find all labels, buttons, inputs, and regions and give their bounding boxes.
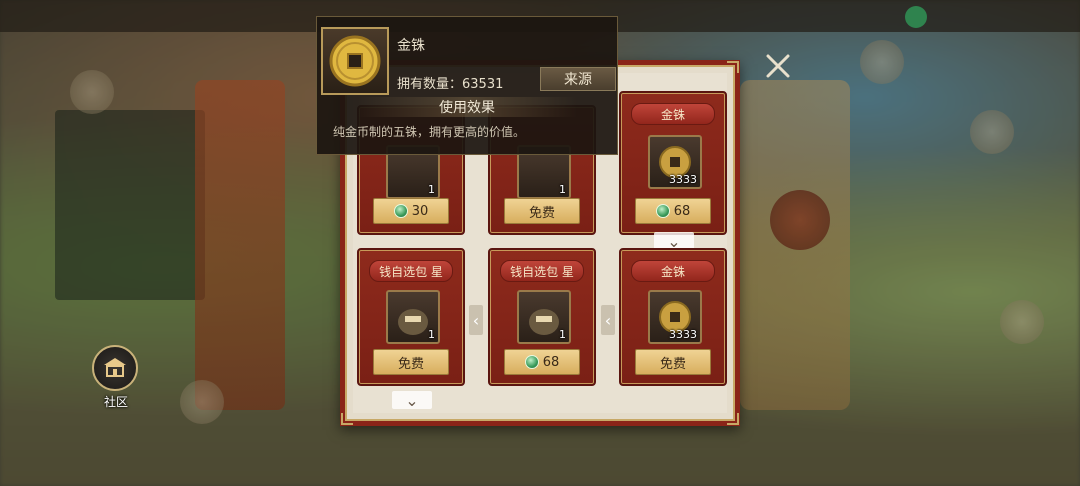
shop-card[interactable]: 钱自选包 星 1 68 — [488, 248, 596, 386]
buy-button[interactable]: 30 — [373, 198, 449, 224]
community-icon — [92, 345, 138, 391]
close-icon — [766, 54, 790, 78]
gold-coin-icon: 3333 — [648, 135, 702, 189]
buy-button[interactable]: 68 — [635, 198, 711, 224]
price-label: 免费 — [659, 356, 686, 372]
panel-corner-ornament — [341, 413, 353, 425]
gold-coin-icon — [321, 27, 389, 95]
shop-card[interactable]: 金铢 3333 68 — [619, 91, 727, 235]
price-label: 30 — [411, 203, 429, 219]
item-tooltip: 金铢 拥有数量：63531 来源 使用效果 纯金币制的五铢，拥有更高的价值。 — [316, 16, 618, 155]
owned-label: 拥有数量： — [397, 77, 463, 92]
panel-corner-ornament — [727, 413, 739, 425]
money-bag-icon: 1 — [386, 290, 440, 344]
buy-button[interactable]: 68 — [504, 349, 580, 375]
source-button[interactable]: 来源 — [540, 67, 616, 91]
scroll-down-arrow[interactable]: ⌄ — [392, 391, 432, 410]
owned-count: 拥有数量：63531 — [397, 73, 503, 92]
shop-card[interactable]: 金铢 3333 免费 — [619, 248, 727, 386]
owned-value: 63531 — [462, 77, 504, 92]
gem-icon — [655, 204, 670, 218]
buy-button[interactable]: 免费 — [504, 198, 580, 224]
gold-coin-icon: 3333 — [648, 290, 702, 344]
buy-button[interactable]: 免费 — [373, 349, 449, 375]
item-name: 金铢 — [397, 38, 425, 54]
panel-corner-ornament — [727, 61, 739, 73]
item-quantity: 1 — [428, 328, 435, 341]
item-name-ribbon: 钱自选包 星 — [500, 260, 584, 282]
close-button[interactable] — [762, 50, 794, 82]
community-button[interactable]: 社区 — [92, 345, 140, 409]
price-label: 68 — [542, 354, 560, 370]
item-name-ribbon: 金铢 — [631, 260, 715, 282]
scroll-left-arrow[interactable]: ‹ — [601, 305, 615, 335]
price-label: 免费 — [528, 205, 555, 221]
item-quantity: 1 — [428, 183, 435, 196]
buy-button[interactable]: 免费 — [635, 349, 711, 375]
gem-icon — [393, 204, 408, 218]
price-label: 68 — [673, 203, 691, 219]
item-name-ribbon: 钱自选包 星 — [369, 260, 453, 282]
scroll-left-arrow[interactable]: ‹ — [469, 305, 483, 335]
money-bag-icon: 1 — [517, 290, 571, 344]
item-name-ribbon: 金铢 — [631, 103, 715, 125]
price-label: 免费 — [397, 356, 424, 372]
shop-card[interactable]: 钱自选包 星 1 免费 — [357, 248, 465, 386]
item-quantity: 1 — [559, 183, 566, 196]
item-description: 纯金币制的五铢，拥有更高的价值。 — [333, 125, 526, 139]
item-quantity: 1 — [559, 328, 566, 341]
community-label: 社区 — [103, 395, 128, 409]
item-quantity: 3333 — [669, 173, 697, 186]
item-quantity: 3333 — [669, 328, 697, 341]
effect-heading: 使用效果 — [357, 97, 577, 117]
gem-icon — [524, 355, 539, 369]
